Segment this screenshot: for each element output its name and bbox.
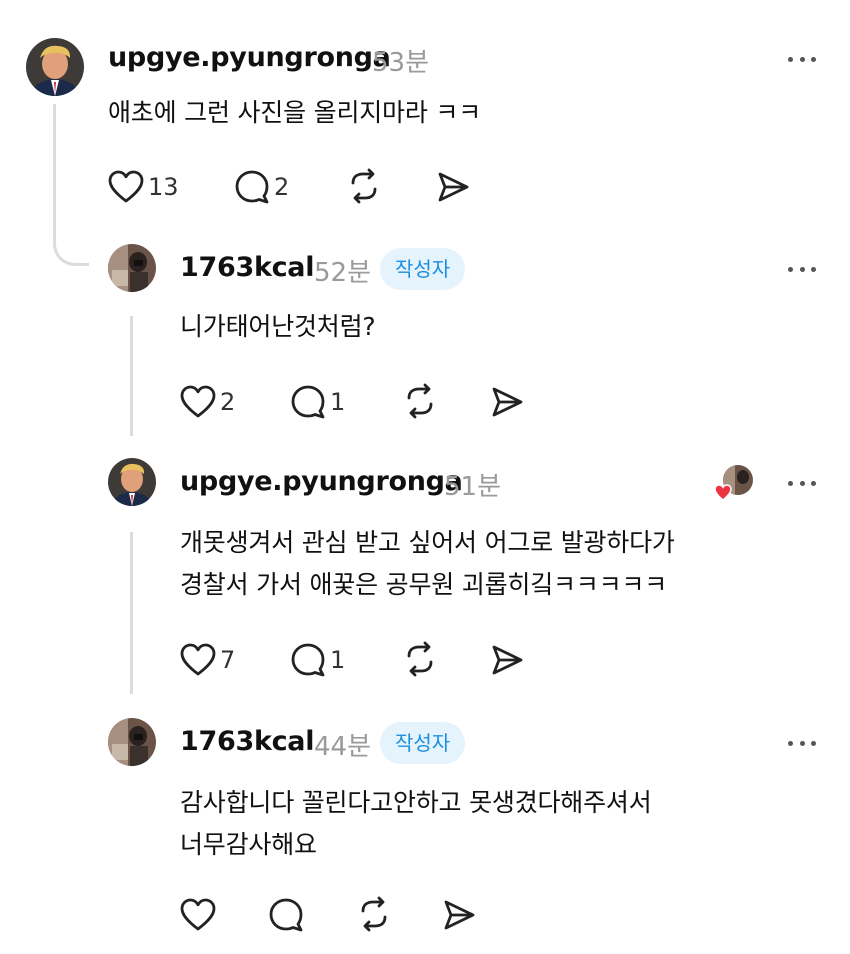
- comment-text: 니가태어난것처럼?: [180, 312, 376, 341]
- heart-badge-icon: [714, 484, 732, 501]
- avatar[interactable]: [108, 718, 156, 766]
- reply-button[interactable]: [268, 898, 304, 932]
- heart-icon: [108, 170, 144, 203]
- more-options-button[interactable]: [782, 44, 822, 74]
- thread-connector: [53, 220, 89, 266]
- heart-icon: [180, 385, 216, 418]
- more-dot: [799, 266, 805, 272]
- username[interactable]: upgye.pyungronga: [180, 466, 463, 497]
- more-dot: [799, 480, 805, 486]
- send-icon: [492, 387, 523, 417]
- share-button[interactable]: [442, 898, 476, 932]
- author-badge: 작성자: [380, 248, 466, 290]
- more-dot: [788, 56, 793, 62]
- timestamp: 51분: [444, 472, 502, 502]
- more-options-button[interactable]: [782, 728, 822, 758]
- repost-button[interactable]: [402, 383, 438, 419]
- more-dot: [799, 56, 805, 62]
- repost-button[interactable]: [402, 641, 438, 677]
- repost-icon: [407, 383, 433, 419]
- liked-by-author-indicator: [714, 464, 754, 504]
- reply-count: 2: [274, 173, 290, 201]
- more-dot: [811, 740, 816, 746]
- like-button[interactable]: 13: [108, 170, 179, 204]
- more-dot: [799, 740, 805, 746]
- username[interactable]: 1763kcal: [180, 252, 314, 283]
- like-button[interactable]: 2: [180, 385, 235, 419]
- avatar[interactable]: [108, 458, 156, 506]
- comment-bubble-icon: [235, 170, 269, 204]
- like-button[interactable]: 7: [180, 643, 235, 677]
- thread-line: [130, 316, 133, 436]
- more-dot: [811, 56, 816, 62]
- heart-icon: [180, 898, 216, 931]
- comment-text: 개못생겨서 관심 받고 싶어서 어그로 발광하다가: [180, 528, 675, 557]
- more-dot: [788, 266, 793, 272]
- comment-bubble-icon: [291, 643, 325, 677]
- thread-line: [130, 532, 133, 694]
- more-options-button[interactable]: [782, 254, 822, 284]
- more-dot: [811, 480, 816, 486]
- like-button[interactable]: [180, 898, 216, 932]
- like-count: 7: [220, 646, 236, 674]
- comment-bubble-icon: [269, 898, 303, 932]
- reply-button[interactable]: 2: [234, 170, 289, 204]
- send-icon: [492, 645, 523, 675]
- like-count: 13: [148, 173, 179, 201]
- reply-count: 1: [330, 388, 346, 416]
- send-icon: [444, 900, 475, 930]
- repost-button[interactable]: [356, 896, 392, 932]
- repost-icon: [361, 896, 387, 932]
- more-dot: [788, 740, 793, 746]
- reply-button[interactable]: 1: [290, 385, 345, 419]
- avatar[interactable]: [108, 244, 156, 292]
- repost-icon: [351, 168, 377, 204]
- repost-icon: [407, 641, 433, 677]
- comment-text: 감사합니다 꼴린다고안하고 못생겼다해주셔서: [180, 788, 652, 817]
- heart-icon: [180, 643, 216, 676]
- timestamp: 52분: [314, 258, 372, 288]
- reply-count: 1: [330, 646, 346, 674]
- comment-bubble-icon: [291, 385, 325, 419]
- comment-text: 너무감사해요: [180, 830, 317, 859]
- more-dot: [788, 480, 793, 486]
- share-button[interactable]: [436, 170, 470, 204]
- author-badge: 작성자: [380, 722, 466, 764]
- thread-line: [53, 104, 56, 224]
- like-count: 2: [220, 388, 236, 416]
- more-dot: [811, 266, 816, 272]
- avatar[interactable]: [26, 38, 84, 96]
- share-button[interactable]: [490, 643, 524, 677]
- repost-button[interactable]: [346, 168, 382, 204]
- reply-button[interactable]: 1: [290, 643, 345, 677]
- comment-text: 애초에 그런 사진을 올리지마라 ㅋㅋ: [108, 98, 481, 127]
- share-button[interactable]: [490, 385, 524, 419]
- username[interactable]: upgye.pyungronga: [108, 42, 391, 73]
- username[interactable]: 1763kcal: [180, 726, 314, 757]
- more-options-button[interactable]: [782, 468, 822, 498]
- timestamp: 53분: [372, 48, 430, 78]
- comment-text: 경찰서 가서 애꿎은 공무원 괴롭히깈ㅋㅋㅋㅋㅋ: [180, 570, 667, 599]
- send-icon: [438, 172, 469, 202]
- timestamp: 44분: [314, 732, 372, 762]
